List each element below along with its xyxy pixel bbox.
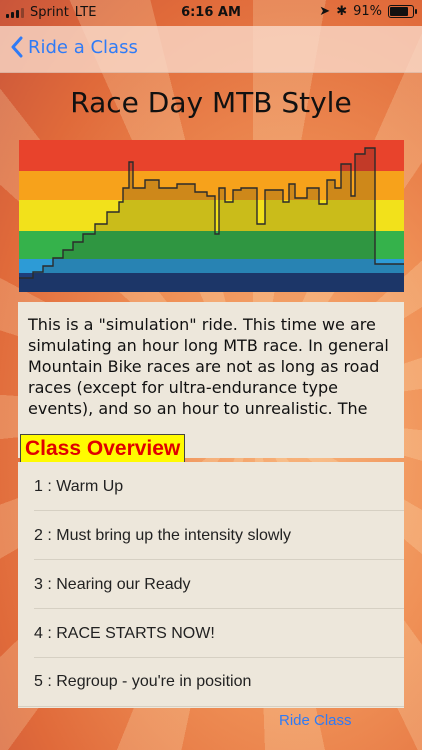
ride-class-button[interactable]: Ride Class bbox=[279, 712, 352, 729]
class-overview-label: Class Overview bbox=[20, 434, 186, 464]
segment-label: 4 : RACE STARTS NOW! bbox=[34, 624, 215, 642]
segment-label: 3 : Nearing our Ready bbox=[34, 575, 191, 593]
segment-label: 1 : Warm Up bbox=[34, 477, 124, 495]
intensity-chart bbox=[19, 140, 404, 292]
segment-item-5[interactable]: 5 : Regroup - you're in position bbox=[18, 658, 404, 707]
class-title: Race Day MTB Style bbox=[70, 86, 352, 119]
segment-item-4[interactable]: 4 : RACE STARTS NOW! bbox=[18, 609, 404, 658]
status-bar: Sprint LTE 6:16 AM ➤ ✱ 91% bbox=[0, 0, 422, 26]
segment-label: 5 : Regroup - you're in position bbox=[34, 673, 252, 690]
location-icon: ➤ bbox=[319, 4, 331, 19]
back-label: Ride a Class bbox=[28, 36, 138, 58]
battery-percent: 91% bbox=[353, 4, 382, 19]
chevron-left-icon bbox=[11, 36, 23, 58]
segment-item-1[interactable]: 1 : Warm Up bbox=[18, 462, 404, 511]
segment-list: 1 : Warm Up 2 : Must bring up the intens… bbox=[18, 462, 404, 708]
segment-item-3[interactable]: 3 : Nearing our Ready bbox=[18, 560, 404, 609]
bluetooth-icon: ✱ bbox=[336, 4, 348, 19]
back-button[interactable]: Ride a Class bbox=[10, 36, 138, 58]
battery-icon bbox=[388, 5, 417, 18]
status-right: ➤ ✱ 91% bbox=[319, 4, 417, 19]
navigation-bar: Ride a Class bbox=[0, 26, 422, 73]
segment-item-2[interactable]: 2 : Must bring up the intensity slowly bbox=[18, 511, 404, 560]
segment-label: 2 : Must bring up the intensity slowly bbox=[34, 526, 292, 544]
